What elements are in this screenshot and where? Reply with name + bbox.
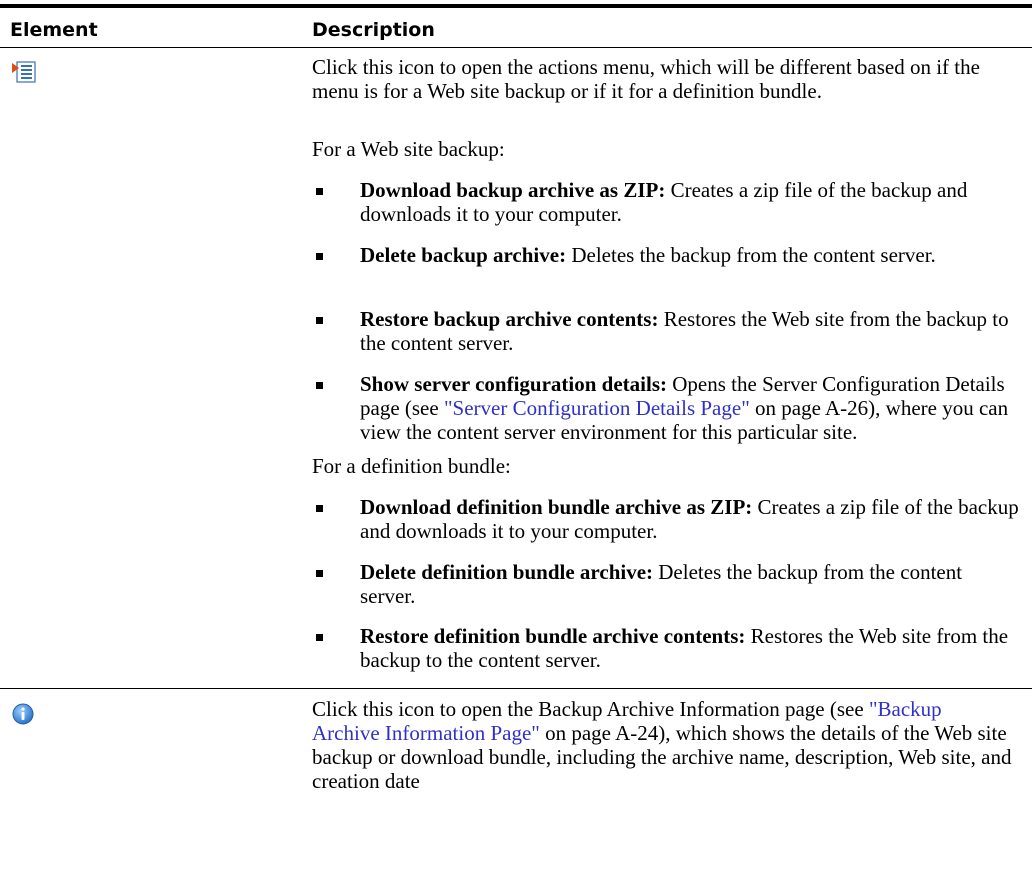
header-rule — [0, 47, 1032, 48]
bundle-heading: For a definition bundle: — [312, 454, 511, 478]
row-separator — [0, 688, 1032, 689]
list-item-term: Restore backup archive contents: — [360, 307, 659, 331]
info-text: Click this icon to open the Backup Archi… — [312, 697, 869, 721]
list-item-term: Delete definition bundle archive: — [360, 560, 654, 584]
list-item-term: Show server configuration details: — [360, 372, 668, 396]
bullet-icon — [316, 382, 323, 389]
bullet-icon — [316, 570, 323, 577]
bullet-icon — [316, 253, 323, 260]
table-top-rule — [0, 4, 1032, 8]
list-item-term: Restore definition bundle archive conten… — [360, 624, 746, 648]
info-icon — [12, 703, 34, 730]
list-item-text: Deletes the backup from the content serv… — [566, 243, 936, 267]
actions-menu-description: Click this icon to open the actions menu… — [312, 55, 980, 103]
column-header-description: Description — [312, 19, 435, 41]
list-item-term: Download backup archive as ZIP: — [360, 178, 666, 202]
info-description: Click this icon to open the Backup Archi… — [312, 697, 1012, 793]
server-configuration-details-link[interactable]: "Server Configuration Details Page" — [444, 396, 750, 420]
bullet-icon — [316, 188, 323, 195]
list-item-term: Download definition bundle archive as ZI… — [360, 495, 753, 519]
bullet-icon — [316, 505, 323, 512]
backup-heading: For a Web site backup: — [312, 137, 505, 161]
bullet-icon — [316, 634, 323, 641]
column-header-element: Element — [10, 19, 98, 41]
actions-menu-icon — [12, 61, 36, 88]
list-item-term: Delete backup archive: — [360, 243, 567, 267]
bullet-icon — [316, 317, 323, 324]
